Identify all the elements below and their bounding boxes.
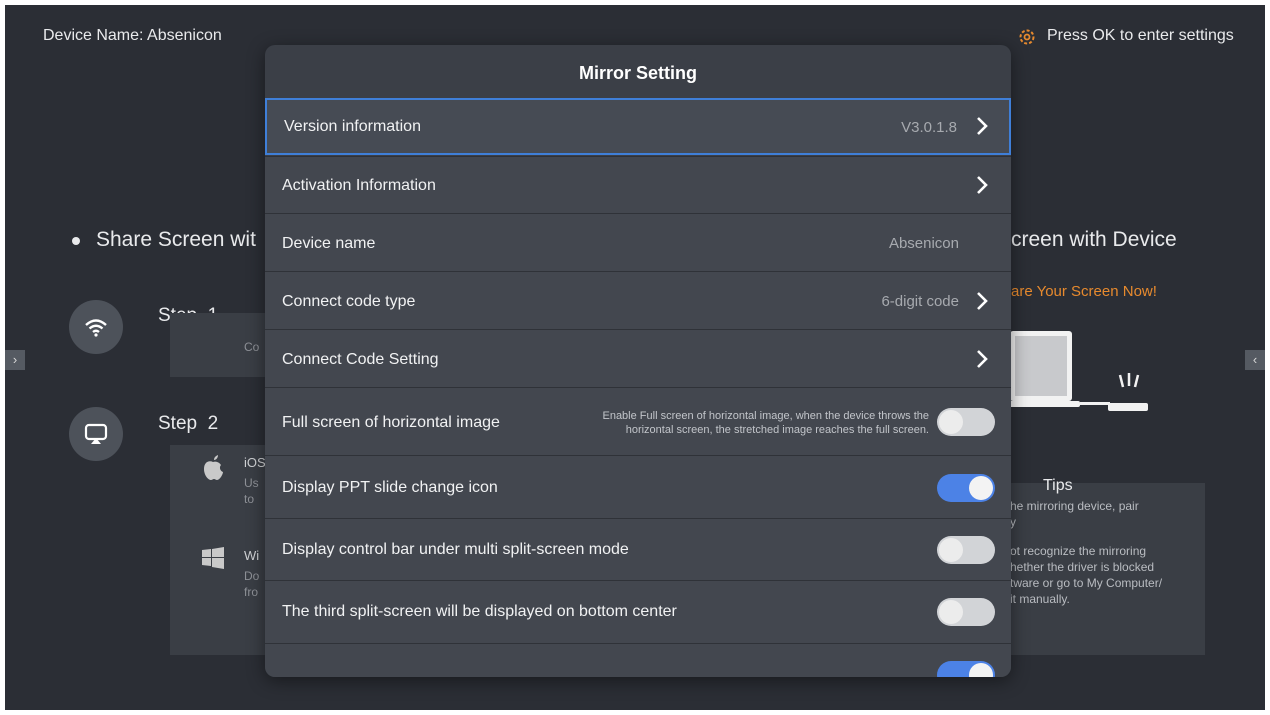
- tv-screen: Device Name: Absenicon Press OK to enter…: [5, 5, 1265, 710]
- bullet-dot: [72, 237, 80, 245]
- gear-icon: [1017, 27, 1037, 47]
- toggle-knob: [969, 476, 993, 500]
- device-name-value: Absenicon: [888, 235, 959, 252]
- chevron-right-icon: [971, 115, 993, 137]
- tips-line4: hether the driver is blocked: [1010, 560, 1155, 574]
- control-bar-toggle[interactable]: [937, 536, 995, 564]
- share-screen-heading: Share Screen wit: [96, 228, 256, 251]
- activation-information-row[interactable]: Activation Information: [265, 156, 1011, 213]
- left-edge-tab[interactable]: ›: [5, 350, 25, 370]
- row-label: Version information: [284, 118, 421, 135]
- ios-line1: Us: [244, 476, 259, 490]
- ppt-slide-icon-toggle[interactable]: [937, 474, 995, 502]
- full-screen-toggle[interactable]: [937, 408, 995, 436]
- laptop-dongle-illustration: [1005, 331, 1155, 415]
- dialog-title: Mirror Setting: [578, 63, 697, 83]
- description-line1: Enable Full screen of horizontal image, …: [602, 410, 929, 422]
- description-line2: horizontal screen, the stretched image r…: [625, 424, 929, 436]
- connect-code-type-value: 6-digit code: [881, 293, 959, 310]
- windows-icon: [202, 547, 224, 569]
- control-bar-row[interactable]: Display control bar under multi split-sc…: [265, 518, 1011, 580]
- full-screen-horizontal-row[interactable]: Full screen of horizontal image Enable F…: [265, 387, 1011, 455]
- apple-icon: [202, 455, 224, 481]
- right-edge-tab[interactable]: ‹: [1245, 350, 1265, 370]
- row-label: Connect code type: [282, 293, 416, 310]
- step2-card: iOS Us to Wi Do fro: [170, 445, 270, 655]
- chevron-right-icon: [971, 290, 993, 312]
- settings-hint: Press OK to enter settings: [1047, 27, 1234, 44]
- tips-line3: ot recognize the mirroring: [1010, 544, 1147, 558]
- device-name-row[interactable]: Device name Absenicon: [265, 213, 1011, 271]
- step1-card: Co: [170, 313, 270, 377]
- chevron-right-icon: [971, 348, 993, 370]
- tips-title: Tips: [1043, 477, 1073, 494]
- share-screen-device-heading: creen with Device: [1011, 228, 1177, 251]
- step2-label: Step 2: [158, 413, 219, 434]
- row-label: Connect Code Setting: [282, 351, 439, 368]
- connect-code-setting-row[interactable]: Connect Code Setting: [265, 329, 1011, 387]
- row-label: Full screen of horizontal image: [282, 414, 500, 431]
- version-value: V3.0.1.8: [901, 119, 957, 136]
- ios-line2: to: [244, 492, 255, 506]
- windows-line1: Do: [244, 569, 260, 583]
- windows-line2: fro: [244, 585, 259, 599]
- toggle-knob: [969, 663, 993, 677]
- toggle-knob: [939, 538, 963, 562]
- row-label: Display control bar under multi split-sc…: [282, 541, 629, 558]
- row-label: Display PPT slide change icon: [282, 479, 498, 496]
- tips-line6: it manually.: [1010, 592, 1070, 606]
- partial-setting-row[interactable]: [265, 643, 1011, 677]
- tips-card: Tips he mirroring device, pair y ot reco…: [1005, 477, 1205, 655]
- ppt-slide-icon-row[interactable]: Display PPT slide change icon: [265, 455, 1011, 518]
- chevron-right-icon: [971, 174, 993, 196]
- step1-card-text: Co: [244, 340, 260, 354]
- share-now-text: are Your Screen Now!: [1011, 283, 1157, 300]
- third-split-screen-row[interactable]: The third split-screen will be displayed…: [265, 580, 1011, 643]
- version-information-row[interactable]: Version information V3.0.1.8: [265, 98, 1011, 155]
- row-label: Activation Information: [282, 177, 436, 194]
- ios-title: iOS: [244, 455, 266, 470]
- device-name-label: Device Name: Absenicon: [43, 27, 222, 44]
- mirror-setting-dialog: Mirror Setting Version information V3.0.…: [265, 45, 1011, 677]
- toggle-knob: [939, 600, 963, 624]
- connect-code-type-row[interactable]: Connect code type 6-digit code: [265, 271, 1011, 329]
- tips-line1: he mirroring device, pair: [1010, 499, 1139, 513]
- partial-row-toggle[interactable]: [937, 661, 995, 677]
- laptop-icon: [1005, 331, 1080, 407]
- windows-title: Wi: [244, 548, 260, 563]
- third-split-screen-toggle[interactable]: [937, 598, 995, 626]
- row-label: The third split-screen will be displayed…: [282, 603, 677, 620]
- row-label: Device name: [282, 235, 376, 252]
- dongle-icon: [1108, 373, 1148, 411]
- toggle-knob: [939, 410, 963, 434]
- wifi-icon: [69, 300, 123, 354]
- tips-line5: tware or go to My Computer/: [1010, 576, 1163, 590]
- row-description: Enable Full screen of horizontal image, …: [509, 409, 929, 437]
- airplay-icon: [69, 407, 123, 461]
